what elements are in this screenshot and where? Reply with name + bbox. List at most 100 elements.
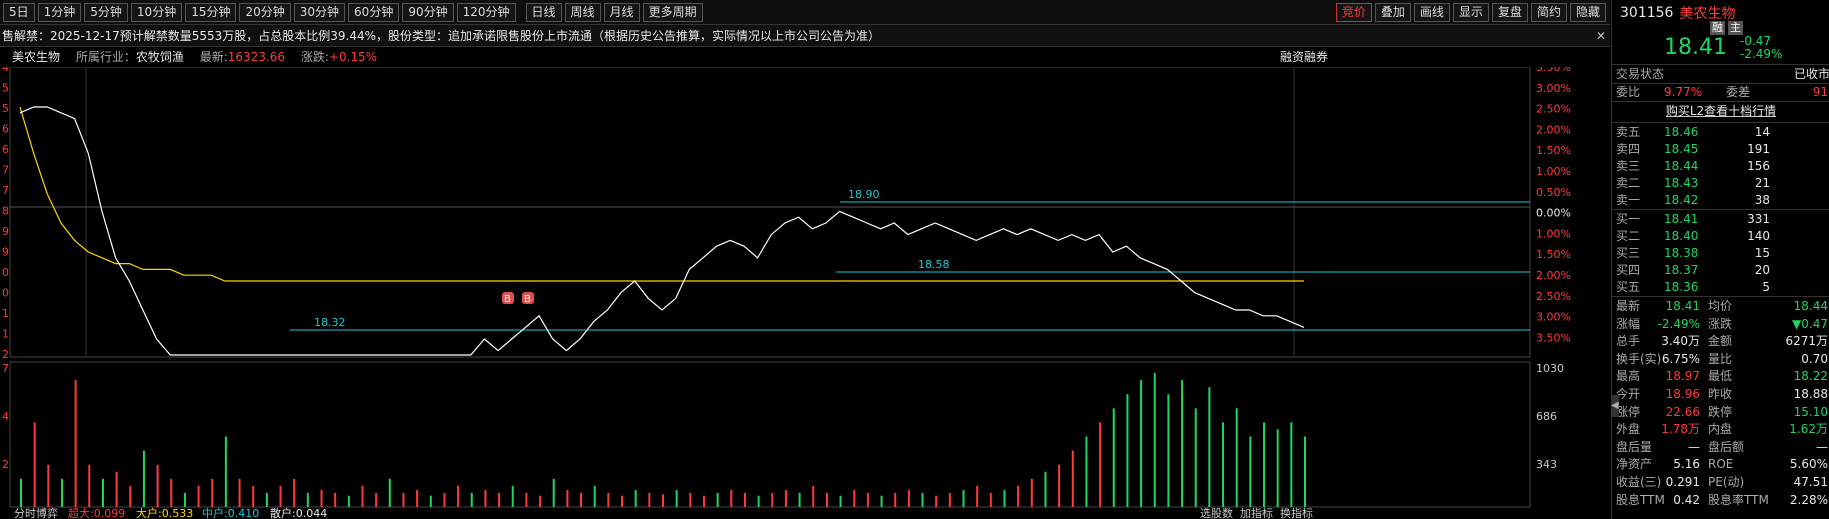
period-15min-button[interactable]: 15分钟 (185, 2, 237, 22)
volume-bar (866, 492, 869, 507)
period-30min-button[interactable]: 30分钟 (293, 2, 346, 22)
volume-bar (757, 495, 760, 507)
trade-status-label: 交易状态 (1616, 67, 1665, 81)
close-icon[interactable]: ✕ (1596, 25, 1606, 46)
ask-volume: 191 (1747, 142, 1770, 156)
ask-row[interactable]: 卖一 18.42 38 (1612, 192, 1829, 209)
ask-volume: 38 (1754, 193, 1770, 207)
volume-bar (1017, 485, 1020, 507)
chart-footer-item: 超大:0.099 (68, 506, 125, 519)
volume-bar (689, 492, 692, 507)
volume-bar (306, 492, 309, 507)
period-toolbar: 5日 1分钟 5分钟 10分钟 15分钟 20分钟 30分钟 60分钟 90分钟… (0, 0, 1610, 25)
stat-value: 6271万 (1785, 334, 1828, 349)
buy-l2-link[interactable]: 购买L2查看十档行情 (1612, 103, 1829, 120)
ask-row[interactable]: 卖二 18.43 21 (1612, 175, 1829, 192)
right-axis-tick: 0.50% (1536, 186, 1571, 199)
period-daily-button[interactable]: 日线 (525, 2, 562, 22)
volume-bar (20, 478, 22, 507)
ask-row[interactable]: 卖五 18.46 14 (1612, 124, 1829, 141)
volume-bar (1085, 436, 1088, 507)
volume-bar (33, 422, 36, 507)
volume-bar (361, 485, 364, 507)
bid-row[interactable]: 买二 18.40 140 (1612, 228, 1829, 245)
stat-row: 股息TTM 0.42 股息率TTM 2.28% (1612, 492, 1829, 509)
bid-row[interactable]: 买三 18.38 15 (1612, 245, 1829, 262)
auction-button[interactable]: 竞价 (1335, 2, 1372, 22)
margin-tag: 融 (1710, 21, 1725, 35)
chart-footer-item: 中户:0.410 (202, 506, 259, 519)
stat-label: 涨幅 (1616, 316, 1641, 331)
industry-value[interactable]: 农牧饲渔 (136, 50, 184, 64)
left-axis-tick: 7 (2, 184, 9, 197)
ask-row[interactable]: 卖三 18.44 156 (1612, 158, 1829, 175)
intraday-chart[interactable]: 4 5 5 6 6 7 7 8 9 9 0 0 1 1 2 3.50% 3.00% 2.50% 2.00% 1.50%… (0, 67, 1610, 519)
period-10min-button[interactable]: 10分钟 (130, 2, 183, 22)
right-axis-tick: 3.00% (1536, 82, 1571, 95)
volume-bar (839, 495, 842, 507)
period-5day-button[interactable]: 5日 (3, 2, 35, 22)
stat-label: 最高 (1616, 369, 1641, 384)
stat-label: 今开 (1616, 387, 1641, 401)
right-axis-tick: 2.00% (1536, 123, 1571, 136)
volume-bar (47, 464, 50, 507)
period-weekly-button[interactable]: 周线 (564, 2, 601, 22)
overlay-button[interactable]: 叠加 (1374, 2, 1411, 22)
volume-bar (211, 478, 214, 507)
simple-button[interactable]: 简约 (1530, 2, 1567, 22)
volume-bar (1304, 436, 1306, 507)
more-periods-button[interactable]: 更多周期 (642, 2, 703, 22)
replay-button[interactable]: 复盘 (1491, 2, 1528, 22)
volume-bar (702, 495, 705, 507)
bid-price: 18.38 (1664, 246, 1699, 260)
period-1min-button[interactable]: 1分钟 (37, 2, 82, 22)
stat-label: 昨收 (1708, 387, 1733, 401)
volume-bar (1235, 408, 1238, 507)
volume-bar (1030, 478, 1033, 507)
bid-row[interactable]: 买四 18.37 20 (1612, 262, 1829, 279)
bid-price: 18.40 (1664, 229, 1699, 243)
draw-line-button[interactable]: 画线 (1413, 2, 1450, 22)
stat-value: 1.62万 (1789, 422, 1828, 437)
volume-bar (1276, 429, 1279, 507)
buy-l2-text[interactable]: 购买L2查看十档行情 (1666, 104, 1776, 118)
ask-row[interactable]: 卖四 18.45 191 (1612, 141, 1829, 158)
left-axis-tick: 6 (2, 123, 9, 136)
volume-bar (593, 485, 596, 507)
volume-bar (1222, 422, 1225, 507)
volume-bar (224, 436, 227, 507)
volume-bar (347, 495, 350, 507)
period-90min-button[interactable]: 90分钟 (402, 2, 454, 22)
stat-label: 最新 (1616, 299, 1641, 313)
bid-price: 18.37 (1664, 263, 1699, 277)
margin-trading-link[interactable]: 融资融券 (1280, 47, 1328, 67)
volume-bar (1181, 380, 1184, 507)
volume-bar (743, 492, 746, 507)
display-button[interactable]: 显示 (1452, 2, 1489, 22)
bid-row[interactable]: 买一 18.41 331 (1612, 211, 1829, 228)
period-60min-button[interactable]: 60分钟 (348, 2, 400, 22)
volume-bar (566, 490, 569, 507)
left-axis-tick: 0 (2, 287, 9, 300)
hide-button[interactable]: 隐藏 (1569, 2, 1606, 22)
period-5min-button[interactable]: 5分钟 (84, 2, 128, 22)
collapse-arrow-icon[interactable]: ◀ (1611, 395, 1619, 417)
price-pane-frame (9, 67, 1531, 358)
bid-row[interactable]: 买五 18.36 5 (1612, 279, 1829, 296)
right-axis-tick: 3.50% (1536, 331, 1571, 344)
ask-volume: 14 (1754, 125, 1770, 139)
stat-value: 18.22 (1793, 369, 1828, 384)
chart-footer-item: 选股数 (1200, 507, 1233, 519)
period-20min-button[interactable]: 20分钟 (239, 2, 291, 22)
unlock-notice: 售解禁：2025-12-17预计解禁数量5553万股，占总股本比例39.44%，… (0, 25, 1610, 47)
bid-level-label: 买二 (1616, 229, 1641, 243)
stat-label: 股息率TTM (1708, 492, 1769, 507)
volume-bar (156, 464, 159, 507)
period-120min-button[interactable]: 120分钟 (456, 2, 516, 22)
volume-bar (293, 478, 296, 507)
period-monthly-button[interactable]: 月线 (603, 2, 640, 22)
volume-bar (716, 492, 719, 507)
bid-volume: 5 (1762, 280, 1770, 294)
bid-price: 18.36 (1664, 280, 1699, 294)
volume-bar (1249, 436, 1252, 507)
